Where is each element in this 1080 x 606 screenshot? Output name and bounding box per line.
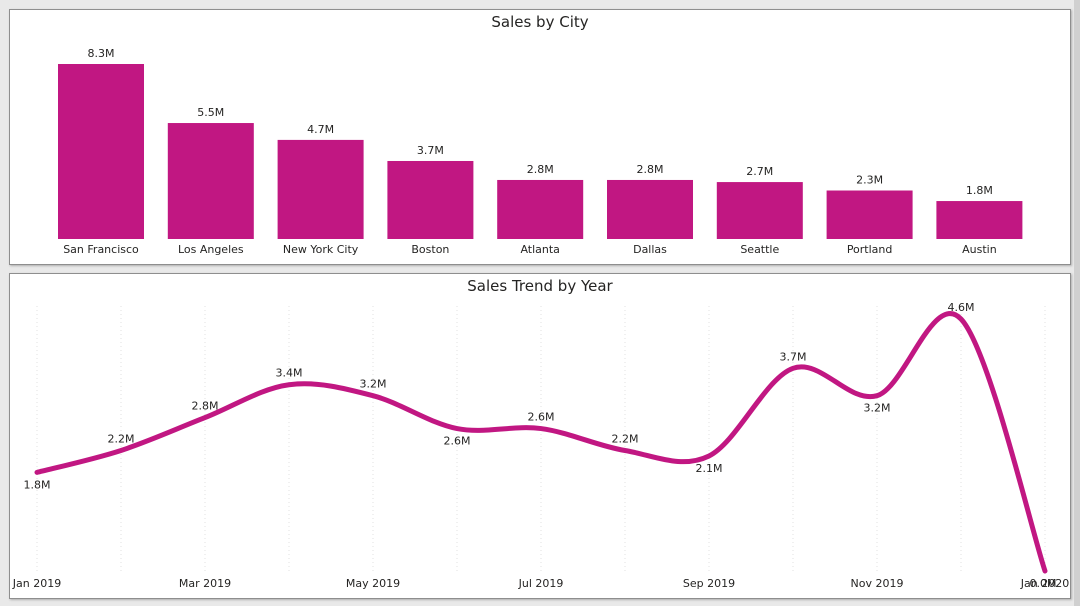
data-point[interactable] bbox=[454, 426, 460, 432]
sales-trend-card[interactable]: Sales Trend by Year 1.8M 2.2M 2.8M 3.4M 3.2M… bbox=[9, 273, 1071, 599]
bar[interactable] bbox=[607, 179, 693, 239]
x-tick-label: Austin bbox=[962, 243, 997, 256]
sales-by-city-chart: Sales by City 8.3M San Francisco 5.5M Los A… bbox=[58, 13, 1023, 256]
bar[interactable] bbox=[497, 179, 584, 239]
bar[interactable] bbox=[167, 123, 254, 239]
bar[interactable] bbox=[716, 182, 803, 239]
bar[interactable] bbox=[58, 64, 144, 239]
data-label: 5.5M bbox=[197, 106, 224, 119]
data-label: 2.2M bbox=[612, 432, 639, 445]
data-point[interactable] bbox=[958, 316, 964, 322]
data-label: 2.6M bbox=[444, 435, 471, 448]
sales-trend-chart: Sales Trend by Year 1.8M 2.2M 2.8M 3.4M 3.2M… bbox=[12, 277, 1069, 590]
x-tick-label: Jul 2019 bbox=[518, 577, 564, 590]
sales-by-city-card[interactable]: Sales by City 8.3M San Francisco 5.5M Los A… bbox=[9, 9, 1071, 265]
data-point[interactable] bbox=[370, 393, 376, 399]
data-label: 2.7M bbox=[746, 165, 773, 178]
data-label: 3.2M bbox=[864, 402, 891, 415]
x-tick-label: Nov 2019 bbox=[851, 577, 904, 590]
data-label: 4.6M bbox=[948, 301, 975, 314]
x-tick-label: Dallas bbox=[633, 243, 667, 256]
data-point[interactable] bbox=[622, 447, 628, 453]
data-point[interactable] bbox=[706, 453, 712, 459]
x-tick-label: Portland bbox=[847, 243, 893, 256]
chart-title: Sales Trend by Year bbox=[467, 277, 613, 295]
data-label: 2.8M bbox=[192, 400, 219, 413]
x-tick-label: Jan 2020 bbox=[1020, 577, 1069, 590]
data-label: 2.1M bbox=[696, 462, 723, 475]
data-label: 3.4M bbox=[276, 367, 303, 380]
x-tick-label: Mar 2019 bbox=[179, 577, 231, 590]
data-point[interactable] bbox=[790, 365, 796, 371]
x-tick-label: Los Angeles bbox=[178, 243, 244, 256]
data-label: 1.8M bbox=[24, 478, 51, 491]
data-label: 3.7M bbox=[417, 144, 444, 157]
data-label: 3.7M bbox=[780, 350, 807, 363]
x-tick-label: Boston bbox=[411, 243, 449, 256]
data-point[interactable] bbox=[538, 426, 544, 432]
window-edge bbox=[1074, 0, 1080, 606]
data-label: 2.3M bbox=[856, 174, 883, 187]
x-tick-label: New York City bbox=[283, 243, 359, 256]
x-tick-label: Jan 2019 bbox=[12, 577, 61, 590]
x-tick-label: Seattle bbox=[740, 243, 779, 256]
data-point[interactable] bbox=[286, 382, 292, 388]
chart-title: Sales by City bbox=[491, 13, 588, 31]
bar[interactable] bbox=[277, 139, 364, 239]
x-tick-label: San Francisco bbox=[63, 243, 139, 256]
bar[interactable] bbox=[936, 201, 1023, 239]
data-label: 3.2M bbox=[360, 378, 387, 391]
data-point[interactable] bbox=[874, 393, 880, 399]
data-point[interactable] bbox=[1042, 568, 1048, 574]
data-point[interactable] bbox=[34, 469, 40, 475]
data-label: 4.7M bbox=[307, 123, 334, 136]
data-label: 2.2M bbox=[108, 432, 135, 445]
data-label: 2.8M bbox=[637, 163, 664, 176]
data-label: 2.8M bbox=[527, 163, 554, 176]
bar[interactable] bbox=[387, 160, 474, 239]
data-point[interactable] bbox=[202, 415, 208, 421]
data-label: 1.8M bbox=[966, 184, 993, 197]
x-tick-label: Atlanta bbox=[520, 243, 559, 256]
bar[interactable] bbox=[826, 190, 913, 239]
data-label: 8.3M bbox=[88, 47, 115, 60]
x-tick-label: Sep 2019 bbox=[683, 577, 735, 590]
x-tick-label: May 2019 bbox=[346, 577, 400, 590]
data-point[interactable] bbox=[118, 447, 124, 453]
data-label: 2.6M bbox=[528, 411, 555, 424]
